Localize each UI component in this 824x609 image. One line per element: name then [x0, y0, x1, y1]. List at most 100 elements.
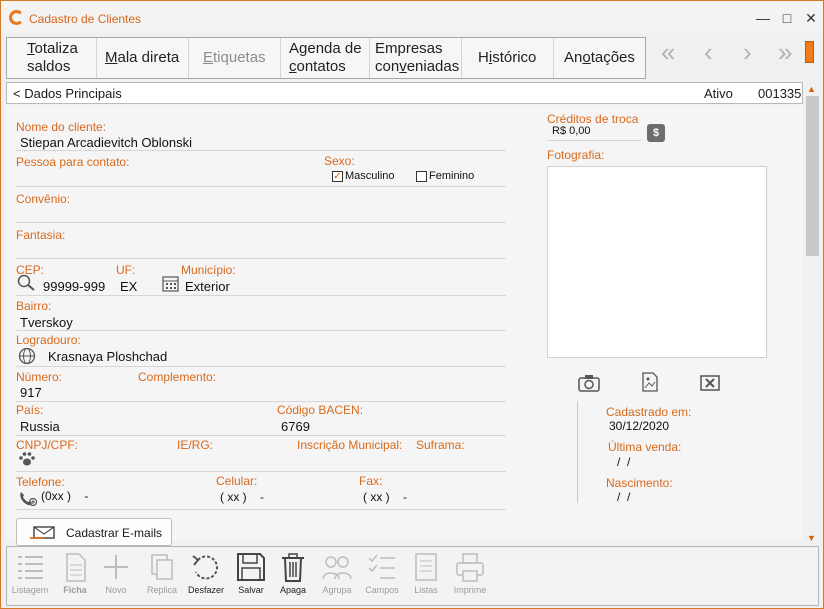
bairro-field[interactable]: Tverskoy	[20, 315, 73, 330]
list-icon	[18, 556, 43, 579]
listagem-button[interactable]: Listagem	[8, 551, 52, 595]
fax-label: Fax:	[359, 474, 383, 488]
group-icon	[322, 556, 352, 580]
telefone-field[interactable]: (0xx ) -	[41, 489, 88, 503]
form-content: Nome do cliente: Stiepan Arcadievitch Ob…	[6, 105, 803, 546]
scroll-thumb[interactable]	[806, 96, 819, 256]
contato-label: Pessoa para contato:	[16, 155, 130, 169]
cadastrar-emails-label: Cadastrar E-mails	[66, 526, 163, 540]
nav-next-button[interactable]: ›	[743, 37, 752, 68]
celular-field[interactable]: ( xx ) -	[220, 490, 264, 504]
tab-agenda-contatos[interactable]: Agenda de contatos	[281, 38, 370, 78]
tab-empresas-conveniadas[interactable]: Empresas conveniadas	[370, 38, 462, 78]
divider	[16, 295, 506, 296]
ultima-venda-value: / /	[617, 455, 631, 469]
creditos-label: Créditos de troca	[547, 112, 639, 126]
pais-label: País:	[16, 403, 44, 417]
checklist-icon	[368, 554, 395, 579]
imprime-label: Imprime	[453, 585, 487, 595]
tab-anotacoes[interactable]: Anotações	[554, 38, 646, 78]
replica-button[interactable]: Replica	[140, 551, 184, 595]
feminino-checkbox[interactable]	[416, 171, 427, 182]
phone-icon[interactable]	[18, 489, 38, 507]
salvar-label: Salvar	[238, 585, 264, 595]
image-file-icon[interactable]	[642, 372, 658, 392]
scroll-down-icon[interactable]: ▼	[807, 533, 816, 543]
divider	[16, 330, 506, 331]
scroll-up-icon[interactable]: ▲	[807, 84, 816, 94]
divider	[16, 222, 506, 223]
search-icon[interactable]	[17, 274, 37, 292]
replica-label: Replica	[146, 585, 177, 595]
tab-mala-direta[interactable]: Mala direta	[97, 38, 189, 78]
close-button[interactable]: ✕	[798, 7, 824, 29]
divider	[16, 401, 506, 402]
ie-label: IE/RG:	[177, 438, 214, 452]
cadastrado-value: 30/12/2020	[609, 419, 670, 433]
bairro-label: Bairro:	[16, 299, 52, 313]
imprime-button[interactable]: Imprime	[448, 551, 492, 595]
bacen-field[interactable]: 6769	[281, 419, 310, 434]
divider	[16, 471, 506, 472]
agrupa-label: Agrupa	[322, 585, 352, 595]
desfazer-button[interactable]: Desfazer	[184, 551, 228, 595]
divider	[16, 366, 506, 367]
status-indicator	[805, 41, 814, 63]
creditos-button[interactable]: $	[647, 124, 665, 142]
apaga-button[interactable]: Apaga	[271, 551, 315, 595]
suframa-label: Suframa:	[416, 438, 465, 452]
window: Cadastro de Clientes — □ ✕ Totaliza sald…	[0, 0, 824, 609]
undo-icon	[192, 555, 219, 580]
uf-field[interactable]: EX	[120, 279, 137, 294]
client-code: 001335	[758, 86, 802, 101]
im-label: Inscrição Municipal:	[297, 438, 403, 452]
cadastrado-label: Cadastrado em:	[606, 405, 692, 419]
municipio-field[interactable]: Exterior	[185, 279, 230, 294]
logradouro-label: Logradouro:	[16, 333, 81, 347]
campos-button[interactable]: Campos	[360, 551, 404, 595]
status-label: Ativo	[704, 86, 733, 101]
feminino-label: Feminino	[429, 170, 475, 182]
listas-button[interactable]: Listas	[404, 551, 448, 595]
municipio-label: Município:	[181, 263, 236, 277]
masculino-checkbox[interactable]: ✓	[332, 171, 343, 182]
photo-area[interactable]	[547, 166, 767, 358]
ficha-button[interactable]: Ficha	[53, 551, 97, 595]
app-icon	[9, 10, 24, 25]
divider	[547, 140, 641, 141]
plus-icon	[104, 555, 128, 579]
scrollbar[interactable]: ▲ ▼	[804, 82, 821, 546]
remove-photo-icon[interactable]	[699, 374, 721, 392]
novo-button[interactable]: Novo	[94, 551, 138, 595]
nav-prev-button[interactable]: ‹	[704, 37, 713, 68]
salvar-button[interactable]: Salvar	[229, 551, 273, 595]
tab-totaliza-saldos[interactable]: Totaliza saldos	[7, 38, 97, 78]
minimize-button[interactable]: —	[750, 7, 776, 29]
novo-label: Novo	[105, 585, 127, 595]
logradouro-field[interactable]: Krasnaya Ploshchad	[48, 349, 167, 364]
ultima-venda-label: Última venda:	[608, 440, 682, 454]
agrupa-button[interactable]: Agrupa	[315, 551, 359, 595]
pais-field[interactable]: Russia	[20, 419, 60, 434]
fax-field[interactable]: ( xx ) -	[363, 490, 407, 504]
trash-icon	[282, 553, 304, 582]
convenio-label: Convênio:	[16, 192, 71, 206]
cnpj-label: CNPJ/CPF:	[16, 438, 79, 452]
nome-field[interactable]: Stiepan Arcadievitch Oblonski	[20, 135, 192, 150]
creditos-field: R$ 0,00	[552, 125, 591, 137]
section-title[interactable]: < Dados Principais	[13, 86, 122, 101]
window-title: Cadastro de Clientes	[29, 12, 142, 26]
top-toolbar: Totaliza saldos Mala direta Etiquetas Ag…	[6, 37, 646, 79]
cep-field[interactable]: 99999-999	[43, 279, 105, 294]
camera-icon[interactable]	[578, 374, 600, 392]
cadastrar-emails-button[interactable]: Cadastrar E-mails	[16, 518, 172, 546]
globe-icon[interactable]	[18, 347, 36, 365]
nav-first-button[interactable]: «	[661, 37, 675, 68]
nav-last-button[interactable]: »	[778, 37, 792, 68]
tab-historico[interactable]: Histórico	[462, 38, 554, 78]
numero-field[interactable]: 917	[20, 385, 42, 400]
paw-icon[interactable]	[18, 451, 36, 467]
calendar-icon[interactable]	[162, 275, 179, 292]
tab-etiquetas[interactable]: Etiquetas	[189, 38, 281, 78]
maximize-button[interactable]: □	[774, 7, 800, 29]
